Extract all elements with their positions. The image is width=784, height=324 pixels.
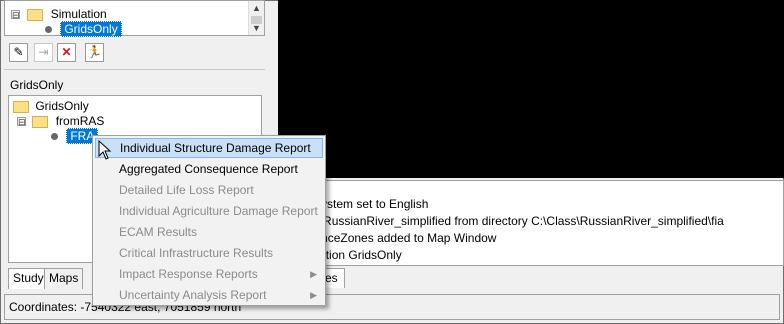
leaf-dot-icon <box>51 133 58 141</box>
folder-icon <box>13 100 29 113</box>
menu-item-label: Aggregated Consequence Report <box>119 162 298 176</box>
pencil-icon: ✎ <box>13 45 24 59</box>
map-window[interactable] <box>278 0 784 178</box>
tree-node-fromras[interactable]: ⊟ fromRAS <box>17 114 104 128</box>
collapse-icon[interactable]: ⊟ <box>11 10 20 20</box>
tree-node-label: GridsOnly <box>35 99 89 113</box>
import-button[interactable]: ⇥ <box>34 43 53 62</box>
delete-x-icon: ✕ <box>61 45 72 59</box>
tree-node-label: Simulation <box>50 7 107 21</box>
menu-item-critical-infrastructure-results[interactable]: Critical Infrastructure Results <box>95 243 323 263</box>
run-button[interactable]: 🏃 <box>85 43 104 62</box>
menu-item-individual-agriculture-damage-report[interactable]: Individual Agriculture Damage Report <box>95 201 323 221</box>
tree-node-label: fromRAS <box>55 114 105 128</box>
menu-item-individual-structure-damage-report[interactable]: Individual Structure Damage Report <box>95 138 323 158</box>
menu-item-label: Individual Structure Damage Report <box>120 141 311 155</box>
run-icon: 🏃 <box>87 45 102 59</box>
menu-item-label: Individual Agriculture Damage Report <box>119 204 318 218</box>
scroll-down-icon[interactable]: ▼ <box>249 21 264 36</box>
menu-item-label: Impact Response Reports <box>119 267 258 281</box>
collapse-icon[interactable]: ⊟ <box>17 117 26 127</box>
menu-item-label: Critical Infrastructure Results <box>119 246 274 260</box>
menu-item-label: Uncertainty Analysis Report <box>119 288 267 302</box>
leaf-dot-icon <box>45 26 52 34</box>
menu-item-detailed-life-loss-report[interactable]: Detailed Life Loss Report <box>95 180 323 200</box>
folder-icon <box>32 115 49 128</box>
folder-icon <box>27 8 44 21</box>
delete-button[interactable]: ✕ <box>57 43 76 62</box>
scroll-up-icon[interactable]: ▲ <box>249 1 264 16</box>
menu-item-aggregated-consequence-report[interactable]: Aggregated Consequence Report <box>95 159 323 179</box>
tab-study[interactable]: Study <box>8 268 49 289</box>
log-line: d Study RussianRiver_simplified from dir… <box>279 214 724 228</box>
menu-item-impact-response-reports[interactable]: Impact Response Reports ▶ <box>95 264 323 284</box>
context-menu: Individual Structure Damage Report Aggre… <box>92 135 326 306</box>
tree-node-gridsonly[interactable]: GridsOnly <box>45 21 122 37</box>
tree-node-label: GridsOnly <box>60 21 122 37</box>
vertical-scrollbar[interactable]: ▲ ▼ <box>248 1 264 35</box>
tree-node-simulation[interactable]: ⊟ Simulation <box>11 7 107 21</box>
submenu-arrow-icon: ▶ <box>310 269 317 279</box>
submenu-arrow-icon: ▶ <box>310 290 317 300</box>
menu-item-uncertainty-analysis-report[interactable]: Uncertainty Analysis Report ▶ <box>95 285 323 305</box>
mouse-cursor-icon <box>98 140 112 160</box>
menu-item-label: Detailed Life Loss Report <box>119 183 254 197</box>
menu-item-ecam-results[interactable]: ECAM Results <box>95 222 323 242</box>
section-label: GridsOnly <box>10 78 64 92</box>
tree-node-gridsonly-root[interactable]: GridsOnly <box>13 99 89 113</box>
simulation-tree[interactable]: ⊟ Simulation GridsOnly ▲ ▼ <box>4 0 265 37</box>
edit-button[interactable]: ✎ <box>9 43 28 62</box>
message-log: y Unit System set to English d Study Rus… <box>278 180 784 266</box>
menu-item-label: ECAM Results <box>119 225 198 239</box>
tab-maps[interactable]: Maps <box>44 268 84 289</box>
separator <box>4 69 265 70</box>
import-icon: ⇥ <box>38 45 49 59</box>
